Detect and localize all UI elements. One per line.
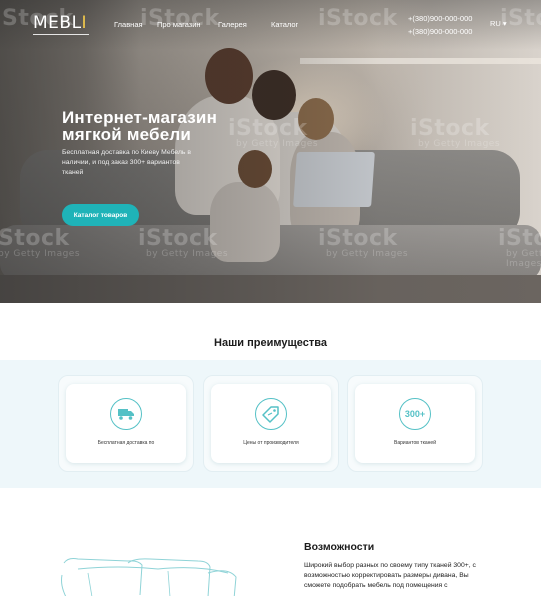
watermark: iStock — [318, 6, 398, 31]
features-title: Возможности — [304, 541, 375, 553]
watermark: iStockby Getty Images — [498, 226, 541, 269]
nav-item-catalog[interactable]: Каталог — [271, 20, 311, 29]
watermark: iStockby Getty Images — [0, 226, 81, 259]
nav-item-about[interactable]: Про магазин — [157, 20, 218, 29]
advantage-label: Бесплатная доставка по — [97, 440, 155, 446]
advantages-title: Наши преимущества — [214, 337, 327, 349]
language-selector[interactable]: RU ▾ — [490, 19, 507, 28]
nav-item-home[interactable]: Главная — [114, 20, 157, 29]
delivery-truck-icon — [110, 398, 142, 430]
price-tag-icon — [255, 398, 287, 430]
logo-underline — [33, 34, 89, 35]
main-nav: Главная Про магазин Галерея Каталог — [114, 20, 311, 29]
sofa-illustration — [61, 558, 237, 596]
watermark: iStockby Getty Images — [318, 226, 409, 259]
site-logo[interactable]: MEBLI — [33, 13, 87, 33]
phone-link[interactable]: +(380)900-000-000 — [408, 25, 472, 38]
phone-link[interactable]: +(380)900-000-000 — [408, 12, 472, 25]
advantage-label: Вариантов тканей — [394, 440, 436, 446]
nav-item-gallery[interactable]: Галерея — [218, 20, 271, 29]
advantage-label: Цены от производителя — [243, 440, 299, 446]
hero-subtitle: Бесплатная доставка по Киеву Мебель в на… — [62, 149, 191, 176]
hero-title: Интернет-магазин мягкой мебели — [62, 108, 218, 144]
phone-numbers: +(380)900-000-000 +(380)900-000-000 — [408, 12, 472, 38]
watermark: iStockby Getty Images — [138, 226, 229, 259]
catalog-button[interactable]: Каталог товаров — [62, 204, 139, 226]
fabric-count-icon: 300+ — [399, 398, 431, 430]
features-text: Широкий выбор разных по своему типу ткан… — [304, 562, 476, 589]
watermark: iStockby Getty Images — [410, 116, 501, 149]
